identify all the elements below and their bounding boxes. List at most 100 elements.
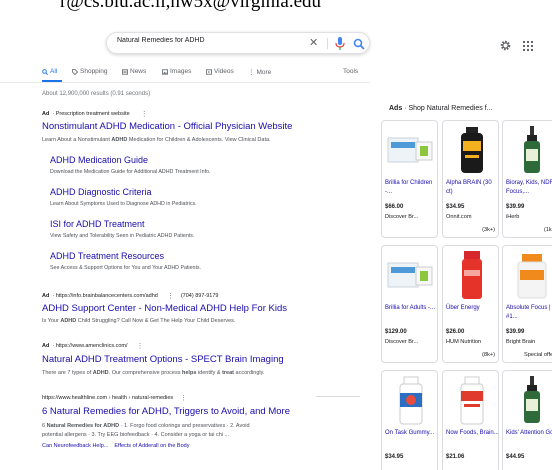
tools-button[interactable]: Tools — [343, 68, 358, 75]
result-title[interactable]: Nonstimulant ADHD Medication - Official … — [42, 121, 292, 132]
microphone-icon[interactable] — [335, 37, 345, 55]
product-name: Bioray, Kids, NDF Focus,... — [506, 180, 552, 195]
product-name: Kids' Attention Gold — [506, 430, 552, 436]
phone-number[interactable]: (704) 897-9179 — [181, 293, 219, 299]
play-icon — [206, 68, 212, 75]
tab-all[interactable]: All — [42, 68, 57, 75]
clear-icon[interactable]: ✕ — [309, 36, 318, 50]
product-price: $129.00 — [385, 329, 407, 335]
desc-bold: ADHD — [60, 318, 77, 324]
product-name: Alpha BRAIN (30 ct) — [446, 180, 492, 195]
search-icon — [42, 68, 48, 75]
more-vert-icon[interactable]: ⋮ — [167, 292, 174, 300]
desc-bold: Natural Remedies for ADHD — [46, 423, 120, 429]
result-source: · https://info.brainbalancecenters.com/a… — [52, 293, 158, 299]
product-image — [506, 249, 552, 301]
tab-news[interactable]: News — [122, 68, 146, 75]
desc-text: Is Your — [42, 318, 61, 324]
tab-shopping[interactable]: Shopping — [72, 68, 107, 75]
result-source: · https://www.amenclinics.com/ — [52, 343, 128, 349]
product-store: Onnit.com — [446, 214, 472, 220]
sitelink-description: Learn About Symptoms Used to Diagnose AD… — [50, 201, 197, 207]
product-image — [446, 249, 497, 301]
search-icon[interactable] — [353, 37, 365, 55]
sublink[interactable]: Effects of Adderall on the Body — [114, 443, 189, 449]
desc-bold: ADHD — [92, 370, 109, 376]
search-input[interactable] — [117, 37, 297, 44]
result-title[interactable]: Natural ADHD Treatment Options - SPECT B… — [42, 354, 284, 365]
image-icon — [162, 68, 168, 75]
product-card[interactable]: Über Energy $26.00 HUM Nutrition (8k+) — [442, 245, 499, 363]
search-tabs: All Shopping News Images Videos ⋮ More T… — [42, 68, 360, 80]
product-card[interactable]: Now Foods, Brain... $21.06 — [442, 370, 499, 470]
product-card[interactable]: Brillia for Adults -... $129.00 Discover B… — [381, 245, 438, 363]
sitelink-description: Download the Medication Guide for Additi… — [50, 169, 211, 175]
tabs-divider — [0, 82, 370, 83]
gear-icon[interactable] — [500, 38, 511, 56]
shopping-title: · Shop Natural Remedies f... — [402, 105, 493, 112]
product-reviews: (1k+ — [543, 227, 552, 233]
product-card[interactable]: Bioray, Kids, NDF Focus,... $39.99 iHerb (1… — [502, 120, 552, 238]
tab-videos[interactable]: Videos — [206, 68, 234, 75]
tab-label: News — [130, 68, 147, 75]
product-price: $66.00 — [385, 204, 404, 210]
result-description: Is Your ADHD Child Struggling? Call Now … — [42, 317, 235, 325]
sitelink-description: View Safety and Tolerability Seen in Ped… — [50, 233, 195, 239]
product-image — [446, 124, 497, 176]
desc-text: identify & — [196, 370, 223, 376]
desc-text: accordingly. — [234, 370, 265, 376]
shopping-header: Ads · Shop Natural Remedies f... — [389, 105, 493, 112]
product-card[interactable]: Brillia for Children -... $66.00 Discover … — [381, 120, 438, 238]
product-price: $21.06 — [446, 454, 465, 460]
result-title[interactable]: ADHD Support Center - Non-Medical ADHD H… — [42, 303, 287, 314]
product-price: $34.95 — [385, 454, 404, 460]
tag-icon — [72, 68, 78, 75]
result-description: potential allergens · 3. Try EEG biofeed… — [42, 432, 230, 438]
result-title[interactable]: 6 Natural Remedies for ADHD, Triggers to… — [42, 406, 290, 417]
product-card[interactable]: Absolute Focus | #1... $39.99 Bright Brain… — [502, 245, 552, 363]
result-meta: Ad · https://www.amenclinics.com/ ⋮ — [42, 342, 144, 350]
product-price: $39.99 — [506, 204, 525, 210]
sitelink-title[interactable]: ADHD Medication Guide — [50, 155, 148, 165]
product-reviews: (8k+) — [482, 352, 495, 358]
product-image — [506, 124, 552, 176]
search-bar: ✕ — [106, 32, 370, 54]
sublink[interactable]: Can Neurofeedback Help... — [42, 443, 108, 449]
sitelink-title[interactable]: ADHD Treatment Resources — [50, 251, 164, 261]
result-description: There are 7 types of ADHD. Our comprehen… — [42, 369, 264, 377]
tab-images[interactable]: Images — [162, 68, 191, 75]
ad-label: Ad — [42, 111, 50, 117]
result-meta: Ad · Prescription treatment website ⋮ — [42, 110, 148, 118]
tab-label: All — [50, 68, 58, 75]
sitelink-description: See Access & Support Options for You and… — [50, 265, 202, 271]
product-image — [506, 374, 552, 426]
desc-text: . Our comprehensive process — [108, 370, 183, 376]
product-card[interactable]: On Task Gummy... $34.95 — [381, 370, 438, 470]
product-card[interactable]: Kids' Attention Gold $44.95 — [502, 370, 552, 470]
result-source: https://www.healthline.com › health › na… — [42, 395, 174, 401]
desc-text: Learn About a Nonstimulant — [42, 137, 112, 143]
tab-more[interactable]: ⋮ More — [248, 68, 272, 77]
newspaper-icon — [122, 68, 128, 75]
result-description: Learn About a Nonstimulant ADHD Medicati… — [42, 136, 271, 144]
product-reviews: (3k+) — [482, 227, 495, 233]
more-vert-icon[interactable]: ⋮ — [180, 394, 187, 402]
product-image — [385, 249, 436, 301]
result-description: 6 Natural Remedies for ADHD · 1. Forgo f… — [42, 422, 250, 430]
product-card[interactable]: Alpha BRAIN (30 ct) $34.95 Onnit.com (3k+) — [442, 120, 499, 238]
more-vert-icon[interactable]: ⋮ — [141, 110, 148, 118]
product-image — [385, 374, 436, 426]
more-vert-icon[interactable]: ⋮ — [137, 342, 144, 350]
desc-text: Child Struggling? Call Now & Get The Hel… — [76, 318, 236, 324]
tab-label: More — [256, 68, 272, 76]
desc-text: · 1. Forgo food colorings and preservati… — [119, 423, 250, 429]
sitelink-title[interactable]: ISI for ADHD Treatment — [50, 219, 145, 229]
product-image — [385, 124, 436, 176]
desc-bold: ADHD — [111, 137, 128, 143]
apps-grid-icon[interactable] — [523, 38, 533, 56]
more-vert-icon: ⋮ — [248, 69, 255, 76]
product-price: $34.95 — [446, 204, 465, 210]
tab-label: Shopping — [80, 68, 108, 75]
desc-bold: treat — [222, 370, 234, 376]
sitelink-title[interactable]: ADHD Diagnostic Criteria — [50, 187, 152, 197]
